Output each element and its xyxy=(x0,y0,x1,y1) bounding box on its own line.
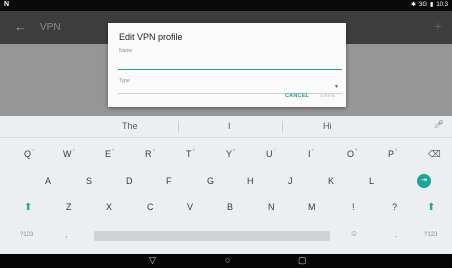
key-w[interactable]: W2 xyxy=(63,147,75,159)
key-o[interactable]: O9 xyxy=(347,147,357,159)
recents-nav-icon[interactable]: ▢ xyxy=(298,255,307,266)
key-z[interactable]: Z xyxy=(66,202,72,212)
emoji-icon[interactable]: ☺ xyxy=(350,229,358,238)
dialog-title: Edit VPN profile xyxy=(119,32,183,42)
microphone-icon[interactable]: 🎤︎ xyxy=(434,120,444,129)
key-m[interactable]: M xyxy=(308,202,316,212)
key-j[interactable]: J xyxy=(288,176,293,186)
key-i[interactable]: I8 xyxy=(308,147,314,159)
suggestion-3[interactable]: Hi xyxy=(323,121,332,131)
soft-keyboard: The I Hi 🎤︎ Q1 W2 E3 R4 T5 Y6 U7 I8 O9 P… xyxy=(0,116,452,254)
key-b[interactable]: B xyxy=(227,202,233,212)
key-f[interactable]: F xyxy=(166,176,172,186)
key-q[interactable]: Q1 xyxy=(24,147,34,159)
key-u[interactable]: U7 xyxy=(266,147,276,159)
name-field[interactable] xyxy=(118,57,342,70)
dropdown-arrow-icon: ▾ xyxy=(334,84,338,90)
key-n[interactable]: N xyxy=(268,202,275,212)
add-icon[interactable]: + xyxy=(434,18,442,34)
shift-right-icon[interactable]: ⬆ xyxy=(427,202,435,213)
cancel-button[interactable]: CANCEL xyxy=(285,93,309,99)
bluetooth-icon: ✱ xyxy=(410,2,416,8)
key-period[interactable]: . xyxy=(395,229,398,239)
key-exclamation[interactable]: ! xyxy=(352,202,355,212)
key-l[interactable]: L xyxy=(369,176,374,186)
key-d[interactable]: D xyxy=(126,176,133,186)
status-icons: ✱ 3G ▮ 10:3 xyxy=(410,1,448,9)
home-nav-icon[interactable]: ○ xyxy=(225,255,230,265)
next-field-icon[interactable]: ⇥ xyxy=(417,174,431,188)
name-label: Name xyxy=(119,48,133,54)
battery-icon: ▮ xyxy=(430,2,434,8)
key-h[interactable]: H xyxy=(247,176,254,186)
back-nav-icon[interactable]: ▽ xyxy=(149,255,156,266)
key-p[interactable]: P0 xyxy=(388,147,397,159)
edit-vpn-dialog: Edit VPN profile Name Type ▾ CANCEL SAVE xyxy=(108,23,346,107)
key-x[interactable]: X xyxy=(106,202,112,212)
key-y[interactable]: Y6 xyxy=(226,147,235,159)
shift-left-icon[interactable]: ⬆ xyxy=(24,202,32,213)
suggestion-divider xyxy=(178,121,179,132)
clock: 10:3 xyxy=(436,1,448,8)
suggestion-strip: The I Hi 🎤︎ xyxy=(0,116,452,138)
suggestion-2[interactable]: I xyxy=(228,121,231,131)
arrow-back-icon[interactable]: ← xyxy=(14,19,27,34)
key-comma[interactable]: , xyxy=(65,229,68,239)
backspace-icon[interactable]: ⌫ xyxy=(428,149,441,160)
type-label: Type xyxy=(119,78,130,84)
key-v[interactable]: V xyxy=(187,202,193,212)
suggestion-divider xyxy=(282,121,283,132)
key-r[interactable]: R4 xyxy=(145,147,155,159)
notification-icon: N xyxy=(4,1,10,8)
navigation-bar: ▽ ○ ▢ xyxy=(0,254,452,268)
space-bar[interactable] xyxy=(94,231,330,241)
symbols-key-left[interactable]: ?123 xyxy=(20,232,33,238)
key-c[interactable]: C xyxy=(147,202,154,212)
symbols-key-right[interactable]: ?123 xyxy=(424,232,437,238)
key-e[interactable]: E3 xyxy=(105,147,114,159)
key-g[interactable]: G xyxy=(207,176,214,186)
status-bar: N ✱ 3G ▮ 10:3 xyxy=(0,0,452,11)
key-a[interactable]: A xyxy=(45,176,51,186)
save-button[interactable]: SAVE xyxy=(320,93,335,99)
signal-label: 3G xyxy=(418,1,427,8)
key-k[interactable]: K xyxy=(328,176,334,186)
key-question[interactable]: ? xyxy=(392,202,397,212)
page-title: VPN xyxy=(40,22,61,33)
key-t[interactable]: T5 xyxy=(186,147,195,159)
key-s[interactable]: S xyxy=(86,176,92,186)
suggestion-1[interactable]: The xyxy=(122,121,138,131)
